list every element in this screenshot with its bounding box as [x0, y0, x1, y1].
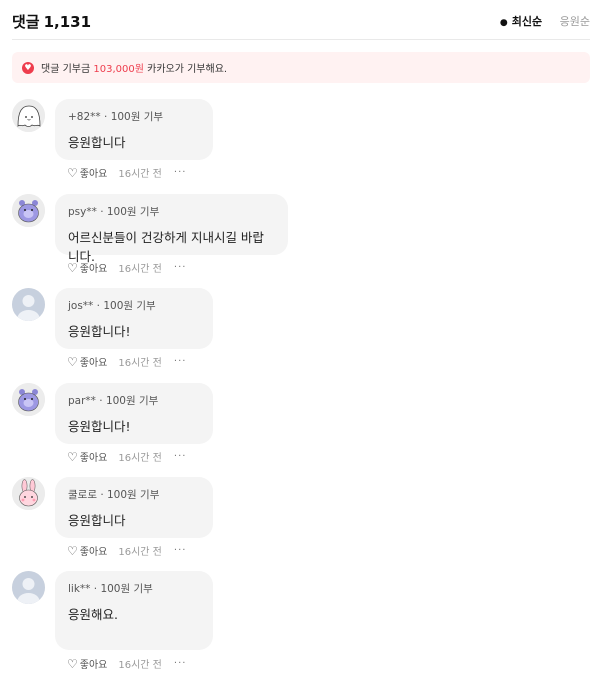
- comment-actions: ♡ 좋아요 16시간 전 ···: [67, 543, 187, 559]
- comment-bubble: lik** · 100원 기부 응원해요.: [55, 571, 213, 650]
- monster-avatar-icon: [12, 383, 45, 416]
- comment-actions: ♡ 좋아요 16시간 전 ···: [67, 449, 187, 465]
- like-label: 좋아요: [79, 660, 108, 671]
- comment-bubble: +82** · 100원 기부 응원합니다: [55, 99, 213, 160]
- comment-actions: ♡ 좋아요 16시간 전 ···: [67, 354, 187, 370]
- comments-title-label: 댓글: [12, 13, 40, 31]
- comment-username[interactable]: +82**: [68, 111, 101, 123]
- comment-item: +82** · 100원 기부 응원합니다 ♡ 좋아요 16시간 전 ···: [12, 99, 592, 191]
- banner-amount: 103,000원: [93, 64, 144, 75]
- comment-item: lik** · 100원 기부 응원해요. ♡ 좋아요 16시간 전 ···: [12, 571, 592, 673]
- like-button[interactable]: ♡ 좋아요: [67, 165, 108, 181]
- comment-username[interactable]: par**: [68, 395, 96, 407]
- selected-bullet-icon: ●: [499, 18, 508, 28]
- heart-outline-icon: ♡: [67, 449, 78, 464]
- comment-text: 응원합니다!: [68, 324, 131, 339]
- more-options-button[interactable]: ···: [174, 658, 187, 669]
- comment-time: 16시간 전: [118, 264, 162, 275]
- comment-username[interactable]: 쿨로로: [68, 489, 97, 501]
- comment-actions: ♡ 좋아요 16시간 전 ···: [67, 165, 187, 181]
- heart-outline-icon: ♡: [67, 656, 78, 671]
- like-button[interactable]: ♡ 좋아요: [67, 354, 108, 370]
- banner-suffix: 카카오가 기부해요.: [147, 64, 228, 75]
- avatar[interactable]: [12, 194, 45, 227]
- comments-title: 댓글 1,131: [12, 11, 91, 32]
- comment-bubble: par** · 100원 기부 응원합니다!: [55, 383, 213, 444]
- comments-header: 댓글 1,131 ● 최신순 응원순: [12, 0, 590, 40]
- comment-donation: 100원 기부: [100, 583, 153, 595]
- more-options-button[interactable]: ···: [174, 545, 187, 556]
- comment-actions: ♡ 좋아요 16시간 전 ···: [67, 656, 187, 672]
- comment-bubble: 쿨로로 · 100원 기부 응원합니다: [55, 477, 213, 538]
- comment-time: 16시간 전: [118, 453, 162, 464]
- heart-outline-icon: ♡: [67, 260, 78, 275]
- comment-time: 16시간 전: [118, 169, 162, 180]
- comment-meta: jos** · 100원 기부: [68, 300, 156, 312]
- comment-username[interactable]: psy**: [68, 206, 97, 218]
- like-button[interactable]: ♡ 좋아요: [67, 543, 108, 559]
- sort-latest-button[interactable]: ● 최신순: [500, 13, 542, 29]
- comment-meta: 쿨로로 · 100원 기부: [68, 489, 160, 501]
- avatar[interactable]: [12, 99, 45, 132]
- like-label: 좋아요: [79, 169, 108, 180]
- comment-item: 쿨로로 · 100원 기부 응원합니다 ♡ 좋아요 16시간 전 ···: [12, 477, 592, 569]
- sort-options: ● 최신순 응원순: [500, 13, 590, 29]
- comment-meta: psy** · 100원 기부: [68, 206, 160, 218]
- heart-outline-icon: ♡: [67, 354, 78, 369]
- comment-bubble: psy** · 100원 기부 어르신분들이 건강하게 지내시길 바랍니다.: [55, 194, 288, 264]
- comment-meta: +82** · 100원 기부: [68, 111, 164, 123]
- comment-item: jos** · 100원 기부 응원합니다! ♡ 좋아요 16시간 전 ···: [12, 288, 592, 380]
- comment-actions: ♡ 좋아요 16시간 전 ···: [67, 260, 187, 276]
- comment-donation: 100원 기부: [107, 489, 160, 501]
- comment-item: par** · 100원 기부 응원합니다! ♡ 좋아요 16시간 전 ···: [12, 383, 592, 475]
- comment-text: 응원합니다!: [68, 419, 131, 434]
- donation-banner: ♥ 댓글 기부금 103,000원 카카오가 기부해요.: [12, 52, 590, 83]
- sort-cheer-button[interactable]: 응원순: [560, 13, 590, 29]
- comment-donation: 100원 기부: [103, 300, 156, 312]
- heart-badge-icon: ♥: [22, 61, 34, 74]
- comment-item: psy** · 100원 기부 어르신분들이 건강하게 지내시길 바랍니다. ♡…: [12, 194, 592, 286]
- like-label: 좋아요: [79, 358, 108, 369]
- comment-time: 16시간 전: [118, 358, 162, 369]
- more-options-button[interactable]: ···: [174, 167, 187, 178]
- more-options-button[interactable]: ···: [174, 451, 187, 462]
- comment-text: 응원합니다: [68, 513, 126, 528]
- like-button[interactable]: ♡ 좋아요: [67, 449, 108, 465]
- like-label: 좋아요: [79, 264, 108, 275]
- avatar[interactable]: [12, 571, 45, 604]
- comments-count: 1,131: [43, 13, 92, 31]
- like-label: 좋아요: [79, 453, 108, 464]
- comment-text: 응원해요.: [68, 607, 118, 622]
- avatar[interactable]: [12, 477, 45, 510]
- rabbit-avatar-icon: [12, 477, 45, 510]
- comment-username[interactable]: lik**: [68, 583, 90, 595]
- like-label: 좋아요: [79, 547, 108, 558]
- like-button[interactable]: ♡ 좋아요: [67, 260, 108, 276]
- banner-prefix: 댓글 기부금: [41, 64, 91, 75]
- comment-text: 응원합니다: [68, 135, 126, 150]
- default-person-avatar-icon: [12, 288, 45, 321]
- avatar[interactable]: [12, 383, 45, 416]
- comment-donation: 100원 기부: [106, 206, 160, 218]
- comment-username[interactable]: jos**: [68, 300, 93, 312]
- heart-outline-icon: ♡: [67, 165, 78, 180]
- like-button[interactable]: ♡ 좋아요: [67, 656, 108, 672]
- monster-avatar-icon: [12, 194, 45, 227]
- comment-donation: 100원 기부: [110, 111, 164, 123]
- sort-latest-label: 최신순: [511, 15, 543, 28]
- heart-outline-icon: ♡: [67, 543, 78, 558]
- default-person-avatar-icon: [12, 571, 45, 604]
- comment-bubble: jos** · 100원 기부 응원합니다!: [55, 288, 213, 349]
- comment-meta: lik** · 100원 기부: [68, 583, 153, 595]
- comment-time: 16시간 전: [118, 547, 162, 558]
- comment-time: 16시간 전: [118, 660, 162, 671]
- ghost-avatar-icon: [12, 99, 45, 132]
- comment-donation: 100원 기부: [105, 395, 159, 407]
- more-options-button[interactable]: ···: [174, 262, 187, 273]
- avatar[interactable]: [12, 288, 45, 321]
- more-options-button[interactable]: ···: [174, 356, 187, 367]
- comment-meta: par** · 100원 기부: [68, 395, 159, 407]
